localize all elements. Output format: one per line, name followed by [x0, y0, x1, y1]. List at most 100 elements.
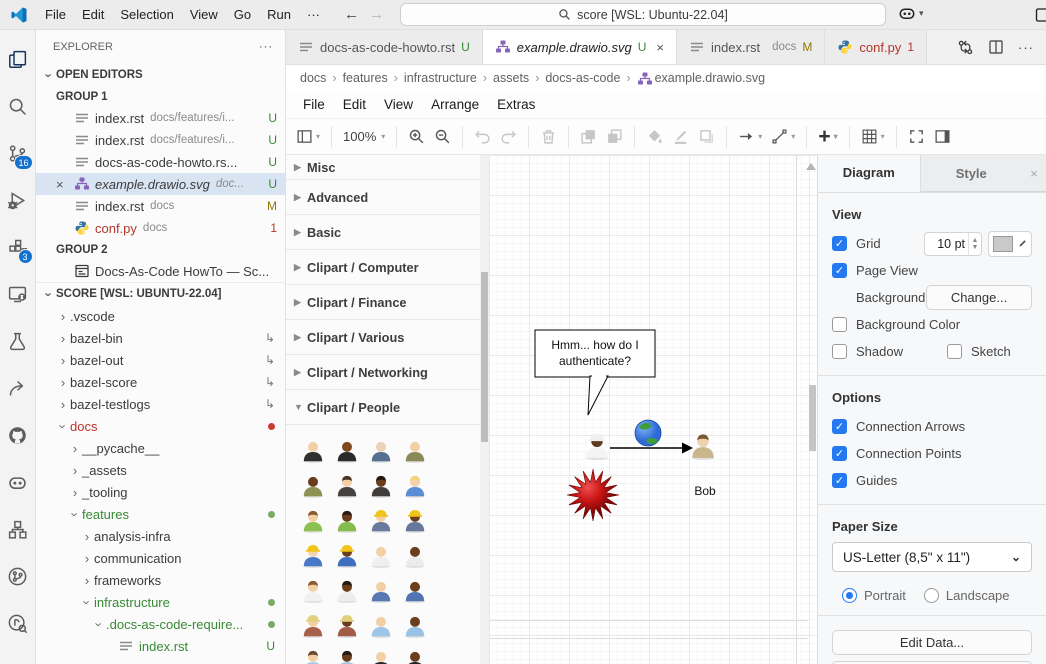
editor-more-actions[interactable]: ···	[1018, 40, 1034, 55]
person-clipart-5[interactable]	[296, 468, 330, 503]
menu-view[interactable]: View	[182, 4, 226, 25]
tree-item-.docs-as-code-require...[interactable]: ›.docs-as-code-require...	[36, 613, 285, 635]
shape-section-clipart-computer[interactable]: ▶Clipart / Computer	[286, 250, 480, 285]
menu-edit[interactable]: Edit	[74, 4, 112, 25]
person-clipart-21[interactable]	[296, 608, 330, 643]
tab-style[interactable]: Style	[920, 155, 1023, 192]
tree-item-_tooling[interactable]: ›_tooling	[36, 481, 285, 503]
format-panel-button[interactable]	[934, 128, 951, 145]
person-clipart-9[interactable]	[296, 503, 330, 538]
tree-item-docs[interactable]: ›docs	[36, 415, 285, 437]
drawio-menu-extras[interactable]: Extras	[488, 93, 544, 116]
open-editor-Docs-As-Code HowTo — Sc...[interactable]: Docs-As-Code HowTo — Sc...	[36, 260, 285, 282]
person-clipart-25[interactable]	[296, 643, 330, 664]
activity-extensions-icon[interactable]: 3	[0, 224, 36, 271]
activity-github-icon[interactable]	[0, 412, 36, 459]
open-editor-example.drawio.svg[interactable]: ×example.drawio.svgdoc...U	[36, 173, 285, 195]
grid-size-stepper[interactable]: ▲▼	[968, 233, 981, 255]
person-clipart-12[interactable]	[398, 503, 432, 538]
tree-item-index.rst[interactable]: index.rstU	[36, 635, 285, 657]
fill-color-button[interactable]	[646, 128, 663, 145]
person-clipart-2[interactable]	[330, 433, 364, 468]
activity-gitlens-icon[interactable]	[0, 365, 36, 412]
person-clipart-16[interactable]	[398, 538, 432, 573]
tree-item-bazel-testlogs[interactable]: ›bazel-testlogs↳	[36, 393, 285, 415]
page-view-checkbox[interactable]	[832, 263, 847, 278]
person-clipart-22[interactable]	[330, 608, 364, 643]
person-clipart-3[interactable]	[364, 433, 398, 468]
close-panel-icon[interactable]: ×	[1022, 155, 1046, 192]
drawio-menu-arrange[interactable]: Arrange	[422, 93, 488, 116]
shadow-button[interactable]	[698, 128, 715, 145]
activity-source-control-icon[interactable]: 16	[0, 130, 36, 177]
person-clipart-15[interactable]	[364, 538, 398, 573]
to-back-button[interactable]	[606, 128, 623, 145]
person-clipart-28[interactable]	[398, 643, 432, 664]
tree-item-bazel-bin[interactable]: ›bazel-bin↳	[36, 327, 285, 349]
tree-item-.vscode[interactable]: ›.vscode	[36, 305, 285, 327]
speech-bubble[interactable]: Hmm... how do I authenticate?	[535, 330, 655, 377]
insert-dropdown[interactable]: +▾	[818, 125, 837, 149]
menu-go[interactable]: Go	[226, 4, 259, 25]
person-clipart-4[interactable]	[398, 433, 432, 468]
breadcrumb-item[interactable]: example.drawio.svg	[655, 71, 765, 85]
grid-checkbox[interactable]	[832, 236, 847, 251]
open-editor-index.rst[interactable]: index.rstdocs/features/i...U	[36, 129, 285, 151]
sketch-checkbox[interactable]	[947, 344, 962, 359]
undo-button[interactable]	[474, 128, 491, 145]
breadcrumb-item[interactable]: features	[343, 71, 388, 85]
fullscreen-button[interactable]	[908, 128, 925, 145]
person-clipart-18[interactable]	[330, 573, 364, 608]
person-clipart-26[interactable]	[330, 643, 364, 664]
open-editor-docs-as-code-howto.rs...[interactable]: docs-as-code-howto.rs...U	[36, 151, 285, 173]
to-front-button[interactable]	[580, 128, 597, 145]
tree-item-communication[interactable]: ›communication	[36, 547, 285, 569]
background-color-checkbox[interactable]	[832, 317, 847, 332]
shape-section-advanced[interactable]: ▶Advanced	[286, 180, 480, 215]
shadow-checkbox[interactable]	[832, 344, 847, 359]
menu-more[interactable]: ···	[299, 4, 328, 25]
delete-button[interactable]	[540, 128, 557, 145]
grid-color-button[interactable]	[988, 231, 1032, 257]
tab-diagram[interactable]: Diagram	[818, 155, 920, 192]
open-editors-header[interactable]: › OPEN EDITORS	[36, 64, 285, 86]
line-color-button[interactable]	[672, 128, 689, 145]
activity-explorer-icon[interactable]	[0, 36, 36, 83]
waypoint-style-dropdown[interactable]: ▾	[771, 128, 795, 145]
zoom-out-button[interactable]	[434, 128, 451, 145]
zoom-level-dropdown[interactable]: 100%▾	[343, 129, 385, 144]
tree-item-bazel-out[interactable]: ›bazel-out↳	[36, 349, 285, 371]
person-clipart-7[interactable]	[364, 468, 398, 503]
shapes-scrollbar[interactable]	[480, 155, 489, 664]
tree-item-frameworks[interactable]: ›frameworks	[36, 569, 285, 591]
connection-arrows-checkbox[interactable]	[832, 419, 847, 434]
workspace-header[interactable]: › SCORE [WSL: UBUNTU-22.04]	[36, 282, 285, 305]
menu-run[interactable]: Run	[259, 4, 299, 25]
menu-file[interactable]: File	[37, 4, 74, 25]
tree-item-_assets[interactable]: ›_assets	[36, 459, 285, 481]
edit-data-button[interactable]: Edit Data...	[832, 630, 1032, 655]
landscape-radio[interactable]: Landscape	[924, 588, 1010, 603]
person-clipart-13[interactable]	[296, 538, 330, 573]
tree-item-infrastructure[interactable]: ›infrastructure	[36, 591, 285, 613]
bob-label[interactable]: Bob	[683, 484, 727, 498]
tab-example.drawio.svg[interactable]: example.drawio.svgU×	[483, 30, 677, 64]
layout-panel-icon[interactable]	[1035, 7, 1046, 23]
person-clipart-1[interactable]	[296, 433, 330, 468]
person-clipart-6[interactable]	[330, 468, 364, 503]
open-editor-conf.py[interactable]: conf.pydocs1	[36, 217, 285, 239]
table-dropdown[interactable]: ▾	[861, 128, 885, 145]
shape-section-basic[interactable]: ▶Basic	[286, 215, 480, 250]
breadcrumb-item[interactable]: infrastructure	[404, 71, 477, 85]
paper-size-select[interactable]: US-Letter (8,5" x 11") ⌄	[832, 542, 1032, 572]
activity-copilot-icon[interactable]	[0, 459, 36, 506]
person-clipart-27[interactable]	[364, 643, 398, 664]
open-changes-icon[interactable]	[957, 39, 974, 56]
grid-size-input[interactable]: 10 pt ▲▼	[924, 232, 982, 256]
shape-section-clipart-various[interactable]: ▶Clipart / Various	[286, 320, 480, 355]
person-clipart-8[interactable]	[398, 468, 432, 503]
person-clipart-24[interactable]	[398, 608, 432, 643]
person-clipart-19[interactable]	[364, 573, 398, 608]
breadcrumb-item[interactable]: docs	[300, 71, 326, 85]
activity-search-icon[interactable]	[0, 83, 36, 130]
